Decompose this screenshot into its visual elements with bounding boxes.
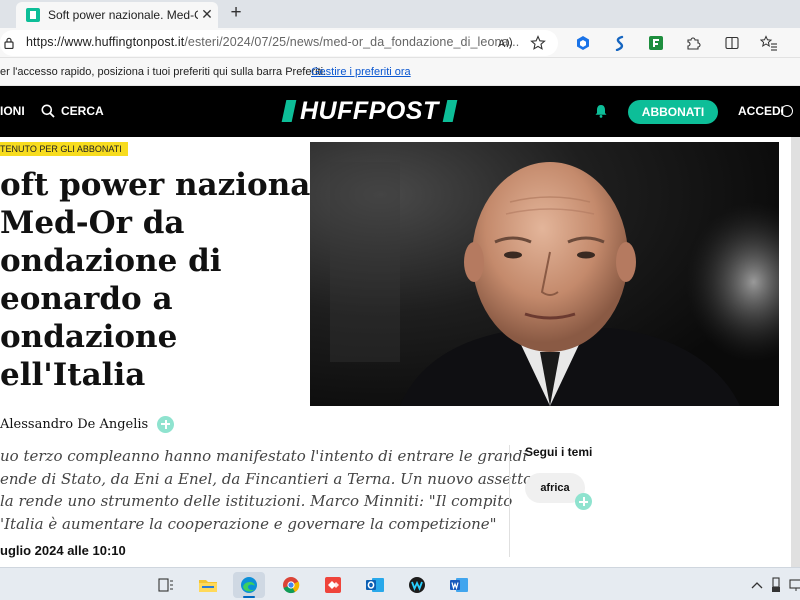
extension-s-icon[interactable] <box>610 33 630 53</box>
favorites-bar: er l'accesso rapido, posiziona i tuoi pr… <box>0 58 800 86</box>
address-bar-row: https://www.huffingtonpost.it/esteri/202… <box>0 28 800 58</box>
extension-green-icon[interactable] <box>646 33 666 53</box>
publish-date: uglio 2024 alle 10:10 <box>0 543 126 558</box>
chrome-icon[interactable] <box>275 572 307 598</box>
lock-icon[interactable] <box>4 37 14 49</box>
follow-topics-title: Segui i temi <box>525 445 593 459</box>
active-tab[interactable]: Soft power nazionale. Med-Or da ✕ <box>16 2 218 28</box>
url-field[interactable]: https://www.huffingtonpost.it/esteri/202… <box>0 30 558 56</box>
article-hero-image <box>310 142 779 406</box>
column-divider <box>509 445 510 557</box>
word-icon[interactable] <box>443 572 475 598</box>
windows-taskbar <box>0 567 800 600</box>
portrait-photo <box>310 142 779 406</box>
logo-text: HUFFPOST <box>300 97 439 125</box>
page-scrollbar[interactable] <box>791 137 800 567</box>
logo-right-bar <box>442 100 458 122</box>
huffpost-logo[interactable]: HUFFPOST <box>281 97 469 125</box>
network-icon[interactable] <box>780 572 800 598</box>
url-path: /esteri/2024/07/25/news/med-or_da_fondaz… <box>184 35 520 49</box>
follow-author-plus-icon[interactable] <box>157 415 175 433</box>
favorite-star-icon[interactable] <box>528 33 548 53</box>
author-name[interactable]: Alessandro De Angelis <box>0 417 148 432</box>
huffpost-favicon-icon <box>26 8 40 22</box>
subscribe-button[interactable]: ABBONATI <box>628 100 718 124</box>
sections-menu[interactable]: IONI <box>0 104 25 118</box>
close-tab-icon[interactable]: ✕ <box>199 6 215 22</box>
extension-cube-icon[interactable] <box>573 33 593 53</box>
edge-icon[interactable] <box>233 572 265 598</box>
previous-tab[interactable] <box>0 4 14 28</box>
webex-icon[interactable] <box>401 572 433 598</box>
browser-tab-strip: Soft power nazionale. Med-Or da ✕ + <box>0 0 800 28</box>
logo-left-bar <box>281 100 297 122</box>
tab-title: Soft power nazionale. Med-Or da <box>48 8 198 22</box>
user-icon[interactable] <box>781 105 793 117</box>
search-icon[interactable] <box>41 104 55 118</box>
url-text: https://www.huffingtonpost.it/esteri/202… <box>26 35 519 49</box>
article-headline: oft power nazionale. Med-Or da ondazione… <box>0 167 353 393</box>
file-explorer-icon[interactable] <box>192 572 224 598</box>
new-tab-button[interactable]: + <box>226 3 246 23</box>
task-view-icon[interactable] <box>150 572 182 598</box>
search-link[interactable]: CERCA <box>61 104 104 118</box>
manage-favorites-link[interactable]: Gestire i preferiti ora <box>311 66 411 78</box>
url-host: https://www.huffingtonpost.it <box>26 35 185 49</box>
anydesk-icon[interactable] <box>317 572 349 598</box>
split-screen-icon[interactable] <box>722 33 742 53</box>
svg-text:A: A <box>498 38 506 50</box>
outlook-icon[interactable] <box>359 572 391 598</box>
login-link[interactable]: ACCEDI <box>738 104 784 118</box>
author-row: Alessandro De Angelis <box>0 415 175 433</box>
site-header: IONI CERCA HUFFPOST ABBONATI ACCEDI <box>0 86 800 137</box>
subscriber-content-badge: TENUTO PER GLI ABBONATI <box>0 142 128 156</box>
article-summary: uo terzo compleanno hanno manifestato l'… <box>0 447 533 533</box>
follow-topic-plus-icon[interactable] <box>575 493 592 510</box>
bell-icon[interactable] <box>594 104 608 118</box>
favorites-list-icon[interactable] <box>759 33 779 53</box>
extensions-puzzle-icon[interactable] <box>683 33 703 53</box>
read-aloud-icon[interactable]: A <box>496 33 516 53</box>
favorites-bar-message: er l'accesso rapido, posiziona i tuoi pr… <box>0 66 327 78</box>
